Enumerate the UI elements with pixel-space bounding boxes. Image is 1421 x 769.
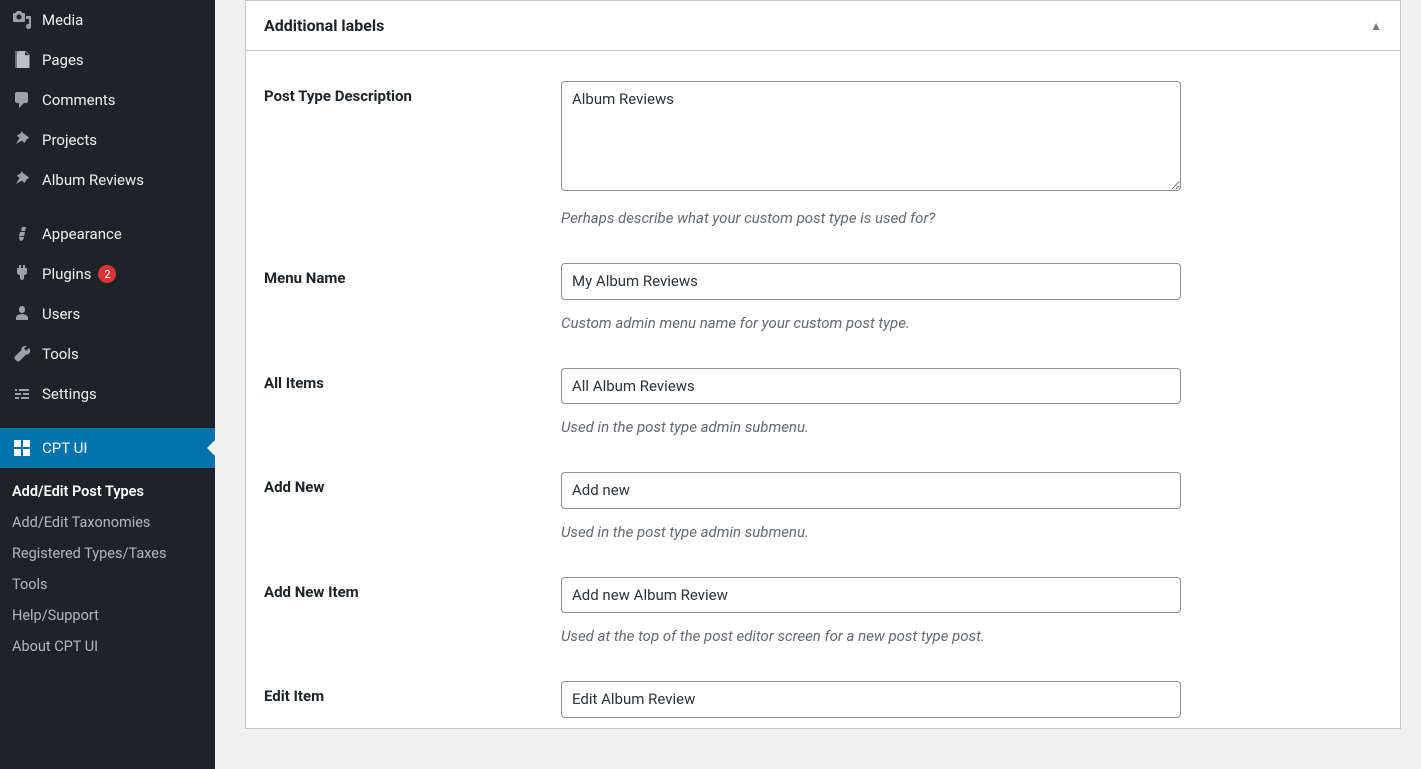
field-wrap: Used in the post type admin submenu. <box>561 472 1181 541</box>
panel-header[interactable]: Additional labels ▲ <box>246 1 1400 51</box>
brush-icon <box>12 224 32 244</box>
sidebar-item-label: Media <box>42 11 83 29</box>
sidebar-item-label: Album Reviews <box>42 171 144 189</box>
submenu-item-add-edit-taxonomies[interactable]: Add/Edit Taxonomies <box>0 507 215 538</box>
field-hint: Used in the post type admin submenu. <box>561 418 1181 436</box>
field-wrap: Used in the post type admin submenu. <box>561 368 1181 437</box>
field-row-all-items: All Items Used in the post type admin su… <box>264 368 1382 437</box>
sidebar-item-media[interactable]: Media <box>0 0 215 40</box>
sidebar-item-label: Users <box>42 305 80 323</box>
sidebar-item-users[interactable]: Users <box>0 294 215 334</box>
admin-sidebar: Media Pages Comments Projects Album Revi… <box>0 0 215 769</box>
submenu-item-registered-types-taxes[interactable]: Registered Types/Taxes <box>0 538 215 569</box>
field-row-menu-name: Menu Name Custom admin menu name for you… <box>264 263 1382 332</box>
sidebar-separator <box>0 414 215 428</box>
submenu-item-tools[interactable]: Tools <box>0 569 215 600</box>
sidebar-item-label: Pages <box>42 51 84 69</box>
pin-icon <box>12 130 32 150</box>
add-new-item-input[interactable] <box>561 577 1181 614</box>
sidebar-item-label: Comments <box>42 91 116 109</box>
all-items-input[interactable] <box>561 368 1181 405</box>
plug-icon <box>12 264 32 284</box>
additional-labels-panel: Additional labels ▲ Post Type Descriptio… <box>245 0 1401 729</box>
sidebar-item-tools[interactable]: Tools <box>0 334 215 374</box>
sliders-icon <box>12 384 32 404</box>
field-row-edit-item: Edit Item <box>264 681 1382 718</box>
field-hint: Custom admin menu name for your custom p… <box>561 314 1181 332</box>
plugins-update-badge: 2 <box>98 265 116 283</box>
panel-body: Post Type Description Album Reviews Perh… <box>246 51 1400 728</box>
sidebar-item-album-reviews[interactable]: Album Reviews <box>0 160 215 200</box>
wrench-icon <box>12 344 32 364</box>
field-label: Add New <box>264 472 561 496</box>
edit-item-input[interactable] <box>561 681 1181 718</box>
field-hint: Perhaps describe what your custom post t… <box>561 209 1181 227</box>
field-wrap: Used at the top of the post editor scree… <box>561 577 1181 646</box>
sidebar-item-label: Appearance <box>42 225 122 243</box>
sidebar-item-label: CPT UI <box>42 439 87 457</box>
field-label: Edit Item <box>264 681 561 705</box>
main-content: Additional labels ▲ Post Type Descriptio… <box>215 0 1421 769</box>
submenu-item-about-cpt-ui[interactable]: About CPT UI <box>0 631 215 662</box>
sidebar-item-cpt-ui[interactable]: CPT UI <box>0 428 215 468</box>
submenu-item-help-support[interactable]: Help/Support <box>0 600 215 631</box>
add-new-input[interactable] <box>561 472 1181 509</box>
sidebar-item-projects[interactable]: Projects <box>0 120 215 160</box>
sidebar-item-comments[interactable]: Comments <box>0 80 215 120</box>
field-label: Add New Item <box>264 577 561 601</box>
submenu-item-add-edit-post-types[interactable]: Add/Edit Post Types <box>0 476 215 507</box>
field-row-add-new-item: Add New Item Used at the top of the post… <box>264 577 1382 646</box>
field-hint: Used at the top of the post editor scree… <box>561 627 1181 645</box>
field-wrap: Custom admin menu name for your custom p… <box>561 263 1181 332</box>
field-row-add-new: Add New Used in the post type admin subm… <box>264 472 1382 541</box>
field-label: All Items <box>264 368 561 392</box>
field-wrap <box>561 681 1181 718</box>
menu-name-input[interactable] <box>561 263 1181 300</box>
field-label: Menu Name <box>264 263 561 287</box>
pages-icon <box>12 50 32 70</box>
pin-icon <box>12 170 32 190</box>
sidebar-item-settings[interactable]: Settings <box>0 374 215 414</box>
sidebar-separator <box>0 200 215 214</box>
users-icon <box>12 304 32 324</box>
sidebar-item-label: Settings <box>42 385 97 403</box>
panel-title: Additional labels <box>264 16 384 35</box>
grid-icon <box>12 438 32 458</box>
cpt-ui-submenu: Add/Edit Post Types Add/Edit Taxonomies … <box>0 468 215 670</box>
field-label: Post Type Description <box>264 81 561 105</box>
field-row-post-type-description: Post Type Description Album Reviews Perh… <box>264 81 1382 227</box>
sidebar-item-appearance[interactable]: Appearance <box>0 214 215 254</box>
post-type-description-textarea[interactable]: Album Reviews <box>561 81 1181 191</box>
sidebar-item-pages[interactable]: Pages <box>0 40 215 80</box>
media-icon <box>12 10 32 30</box>
sidebar-item-plugins[interactable]: Plugins 2 <box>0 254 215 294</box>
field-wrap: Album Reviews Perhaps describe what your… <box>561 81 1181 227</box>
sidebar-item-label: Plugins <box>42 265 91 283</box>
sidebar-item-label: Tools <box>42 345 79 363</box>
sidebar-item-label: Projects <box>42 131 97 149</box>
comments-icon <box>12 90 32 110</box>
collapse-icon[interactable]: ▲ <box>1370 19 1382 33</box>
field-hint: Used in the post type admin submenu. <box>561 523 1181 541</box>
